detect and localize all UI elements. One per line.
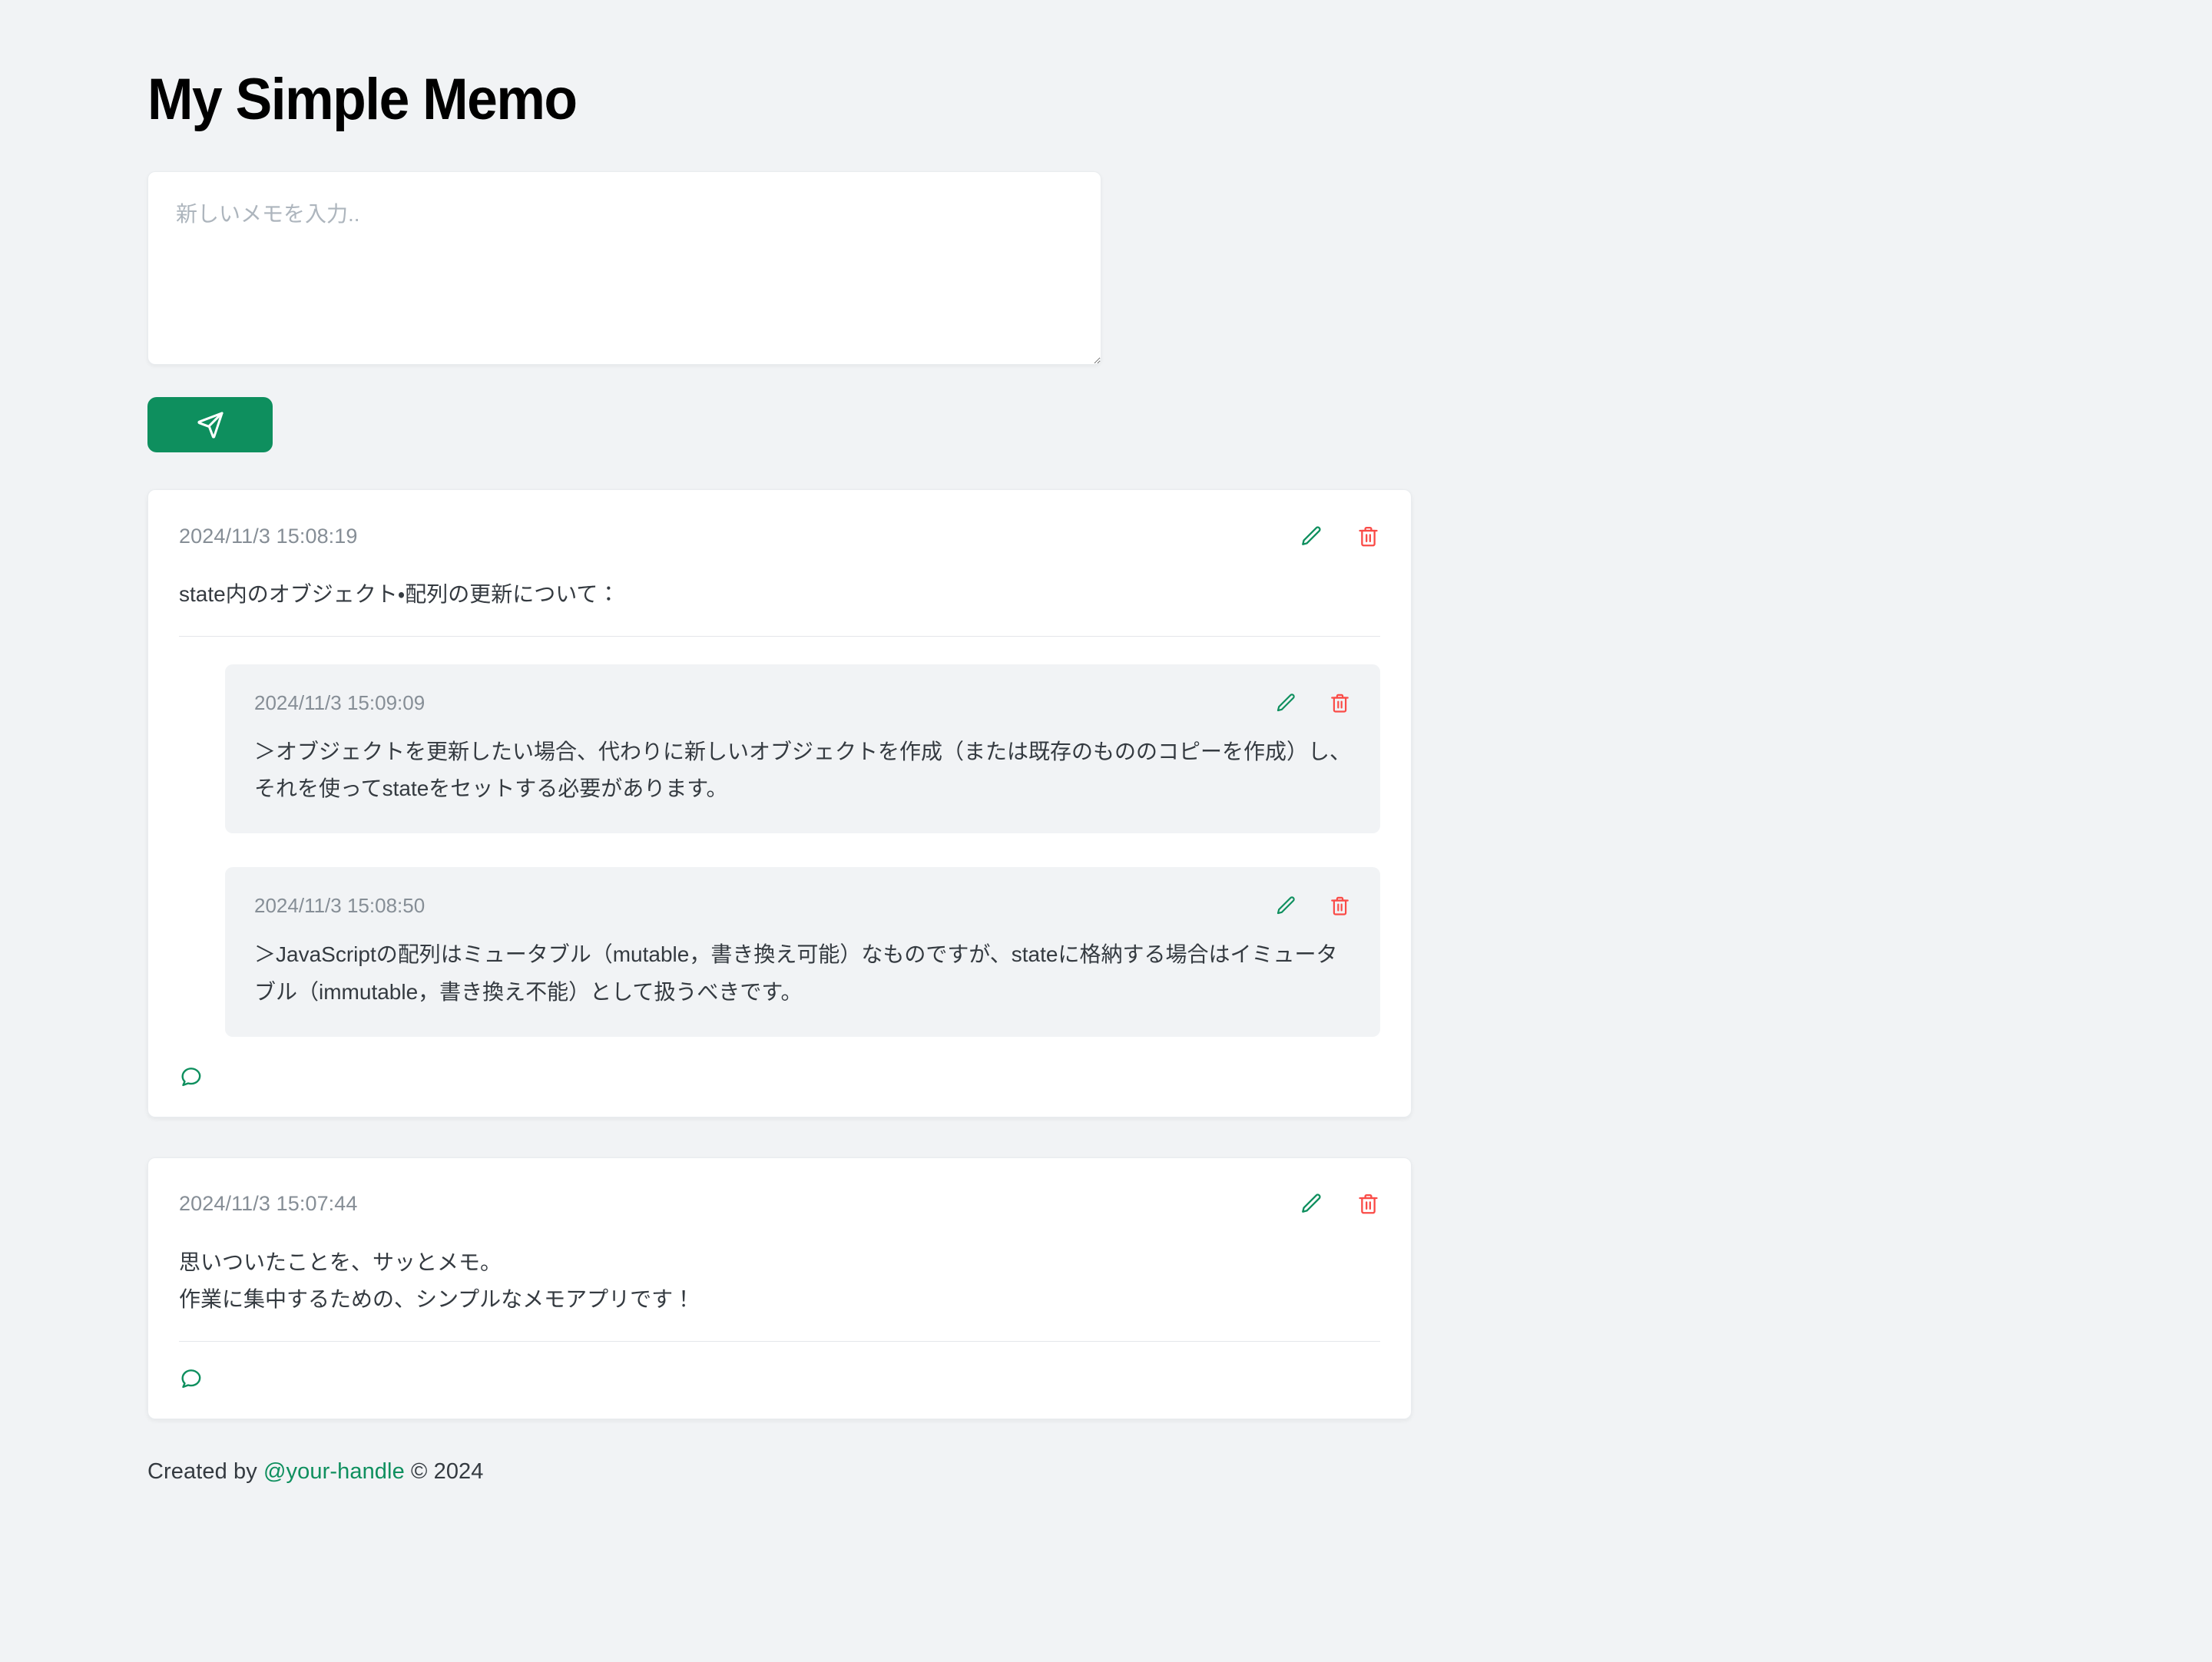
submemo-text: ＞JavaScriptの配列はミュータブル（mutable，書き換え可能）なもの… [254,921,1351,1010]
send-paper-plane-icon [196,410,225,439]
pencil-edit-icon [1299,1192,1323,1216]
page-footer: Created by @your-handle © 2024 [147,1459,2068,1485]
memo-list: 2024/11/3 15:08:19 [147,489,2068,1419]
new-memo-input[interactable] [147,171,1101,365]
footer-prefix: Created by [147,1459,263,1484]
submemo-header: 2024/11/3 15:08:50 [254,890,1351,921]
add-comment-button[interactable] [179,1366,204,1391]
submemo-timestamp: 2024/11/3 15:09:09 [254,691,425,715]
memo-composer [147,171,1101,452]
add-comment-button[interactable] [179,1064,204,1089]
submemo-header: 2024/11/3 15:09:09 [254,687,1351,718]
delete-submemo-button[interactable] [1329,895,1351,917]
memo-actions [1299,525,1380,548]
edit-memo-button[interactable] [1299,525,1323,548]
delete-submemo-button[interactable] [1329,692,1351,714]
pencil-edit-icon [1274,692,1296,714]
memo-card: 2024/11/3 15:07:44 [147,1157,1412,1419]
submemo-text: ＞オブジェクトを更新したい場合、代わりに新しいオブジェクトを作成（または既存のも… [254,718,1351,807]
memo-header: 2024/11/3 15:08:19 [179,519,1380,553]
memo-footer [179,1342,1380,1419]
memo-text: 思いついたことを、サッとメモ。 作業に集中するための、シンプルなメモアプリです！ [179,1221,1380,1341]
memo-actions [1299,1192,1380,1216]
trash-delete-icon [1356,1192,1380,1216]
send-memo-button[interactable] [147,397,273,452]
author-handle-link[interactable]: @your-handle [263,1459,405,1484]
memo-timestamp: 2024/11/3 15:08:19 [179,525,358,548]
memo-timestamp: 2024/11/3 15:07:44 [179,1192,358,1216]
memo-header: 2024/11/3 15:07:44 [179,1187,1380,1221]
memo-card: 2024/11/3 15:08:19 [147,489,1412,1117]
trash-delete-icon [1329,895,1351,917]
submemo-timestamp: 2024/11/3 15:08:50 [254,894,425,918]
edit-submemo-button[interactable] [1274,692,1296,714]
footer-suffix: © 2024 [405,1459,484,1484]
memo-footer [179,1037,1380,1117]
submemo-actions [1274,895,1351,917]
speech-bubble-comment-icon [179,1064,204,1089]
memo-text: state内のオブジェクト・配列の更新について： [179,553,1380,636]
pencil-edit-icon [1274,895,1296,917]
submemo-card: 2024/11/3 15:08:50 [225,867,1380,1036]
trash-delete-icon [1356,525,1380,548]
page-title: My Simple Memo [147,0,1952,129]
edit-memo-button[interactable] [1299,1192,1323,1216]
delete-memo-button[interactable] [1356,525,1380,548]
submemo-card: 2024/11/3 15:09:09 [225,664,1380,833]
submemo-list: 2024/11/3 15:09:09 [179,637,1380,1037]
pencil-edit-icon [1299,525,1323,548]
trash-delete-icon [1329,692,1351,714]
speech-bubble-comment-icon [179,1366,204,1391]
delete-memo-button[interactable] [1356,1192,1380,1216]
content-container: My Simple Memo 2024/11/3 15:08:19 [147,0,2068,1485]
page-root: My Simple Memo 2024/11/3 15:08:19 [0,0,2212,1662]
edit-submemo-button[interactable] [1274,895,1296,917]
submemo-actions [1274,692,1351,714]
